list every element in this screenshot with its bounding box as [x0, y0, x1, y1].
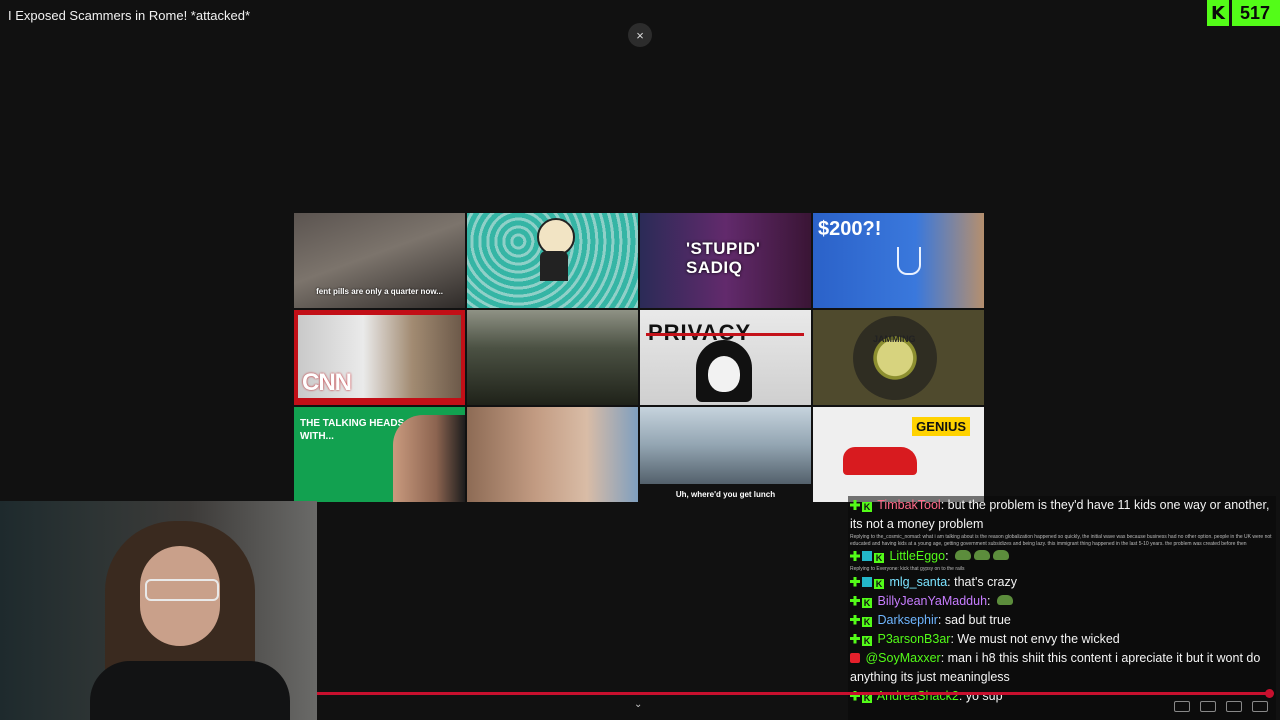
- vinyl-record-icon: [853, 316, 937, 400]
- subscriber-badge-icon: [850, 614, 860, 625]
- subscriber-badge-icon: [850, 633, 860, 644]
- settings-gear-icon[interactable]: [1226, 701, 1242, 712]
- frog-emote-icon: [974, 550, 991, 560]
- end-screen-video-grid: fent pills are only a quarter now... 'ST…: [294, 213, 986, 506]
- gifter-badge-icon: [862, 576, 872, 587]
- chat-text: :: [945, 549, 949, 563]
- thumbnail-caption: GENIUS: [912, 417, 970, 436]
- chat-text: : We must not envy the wicked: [950, 631, 1120, 646]
- video-thumbnail[interactable]: [467, 310, 638, 405]
- kick-logo-icon: K: [1206, 0, 1232, 26]
- subscriber-badge-icon: [850, 551, 860, 561]
- chat-message: K Darksephir: sad but true: [848, 611, 1276, 630]
- youtube-icon: [850, 652, 860, 663]
- chat-message: K P3arsonB3ar: We must not envy the wick…: [848, 630, 1276, 649]
- kick-badge-icon: K: [862, 502, 872, 512]
- subscriber-badge-icon: [850, 595, 860, 606]
- video-thumbnail[interactable]: THE TALKING HEADS PODCAST WITH...: [294, 407, 465, 502]
- video-thumbnail[interactable]: PRIVACY: [640, 310, 811, 405]
- subscriber-badge-icon: [850, 500, 860, 510]
- video-thumbnail[interactable]: Uh, where'd you get lunch: [640, 407, 811, 502]
- fullscreen-icon[interactable]: [1252, 701, 1268, 712]
- frog-emote-icon: [993, 550, 1010, 560]
- kick-badge-icon: K: [874, 553, 884, 563]
- frog-emote-icon: [997, 594, 1014, 605]
- red-car-icon: [843, 447, 917, 475]
- chat-message: K mlg_santa: that's crazy: [848, 573, 1276, 592]
- close-button[interactable]: ×: [628, 23, 652, 47]
- player-controls: [1174, 701, 1268, 712]
- thumbnail-caption: 'STUPID' SADIQ: [686, 239, 761, 277]
- chat-text: : yo sup: [958, 688, 1003, 703]
- chat-username[interactable]: AndreaShack2: [877, 689, 959, 703]
- viewer-count: 517: [1239, 2, 1270, 23]
- chat-message: K LittleEggo:: [848, 547, 1276, 566]
- video-thumbnail[interactable]: [467, 407, 638, 502]
- chat-username[interactable]: Darksephir: [877, 613, 937, 627]
- chat-text: : that's crazy: [947, 574, 1017, 589]
- frog-emote-icon: [955, 550, 972, 560]
- chat-message: K BillyJeanYaMadduh:: [848, 592, 1276, 611]
- gifter-badge-icon: [862, 551, 872, 561]
- autoplay-toggle[interactable]: [1174, 701, 1190, 712]
- cartoon-body: [540, 251, 568, 281]
- viewer-count-badge: K 517: [1206, 0, 1280, 26]
- thumbnail-caption: CNN: [302, 369, 352, 396]
- subtitles-icon[interactable]: [1200, 701, 1216, 712]
- chat-username[interactable]: @SoyMaxxer: [865, 651, 940, 665]
- thumbnail-person: [393, 415, 465, 502]
- kick-badge-icon: K: [862, 616, 872, 627]
- chat-username[interactable]: P3arsonB3ar: [877, 632, 950, 646]
- wine-glass-icon: [897, 247, 921, 275]
- chat-reply-context: Replying to the_cosmic_nomad: what i am …: [850, 534, 1272, 547]
- glasses-icon: [145, 579, 219, 601]
- chat-message: K TimbakTool: but the problem is they'd …: [848, 496, 1276, 534]
- kick-badge-icon: K: [874, 578, 884, 589]
- chat-message: @SoyMaxxer: man i h8 this shiit this con…: [848, 649, 1276, 687]
- chat-username[interactable]: TimbakTool: [877, 498, 940, 512]
- progress-scrubber-handle[interactable]: [1265, 689, 1274, 698]
- thumbnail-caption: JAMMING: [873, 334, 916, 344]
- kick-badge-icon: K: [862, 597, 872, 608]
- chat-text: : sad but true: [937, 612, 1011, 627]
- video-progress-bar[interactable]: [317, 692, 1270, 695]
- chevron-down-icon[interactable]: ⌄: [634, 699, 642, 710]
- chat-text: :: [987, 593, 991, 608]
- video-thumbnail[interactable]: JAMMING: [813, 310, 984, 405]
- thumbnail-caption: fent pills are only a quarter now...: [316, 287, 443, 296]
- subscriber-badge-icon: [850, 576, 860, 587]
- webcam-overlay: [0, 501, 317, 720]
- video-title: I Exposed Scammers in Rome! *attacked*: [8, 8, 251, 23]
- video-thumbnail[interactable]: GENIUS: [813, 407, 984, 502]
- video-thumbnail[interactable]: 'STUPID' SADIQ: [640, 213, 811, 308]
- strike-line: [646, 333, 804, 336]
- chat-username[interactable]: mlg_santa: [889, 575, 947, 589]
- streamer-shirt: [90, 661, 290, 720]
- video-thumbnail[interactable]: fent pills are only a quarter now...: [294, 213, 465, 308]
- close-icon: ×: [636, 27, 644, 43]
- chat-username[interactable]: LittleEggo: [889, 549, 945, 563]
- chat-username[interactable]: BillyJeanYaMadduh: [877, 594, 987, 608]
- kick-badge-icon: K: [862, 635, 872, 646]
- chat-overlay: K TimbakTool: but the problem is they'd …: [848, 496, 1276, 720]
- video-thumbnail[interactable]: $200?!: [813, 213, 984, 308]
- video-thumbnail[interactable]: CNN: [294, 310, 465, 405]
- video-thumbnail[interactable]: [467, 213, 638, 308]
- anonymous-mask-icon: [696, 340, 752, 402]
- thumbnail-caption: Uh, where'd you get lunch: [675, 490, 776, 499]
- thumbnail-caption: $200?!: [818, 218, 882, 240]
